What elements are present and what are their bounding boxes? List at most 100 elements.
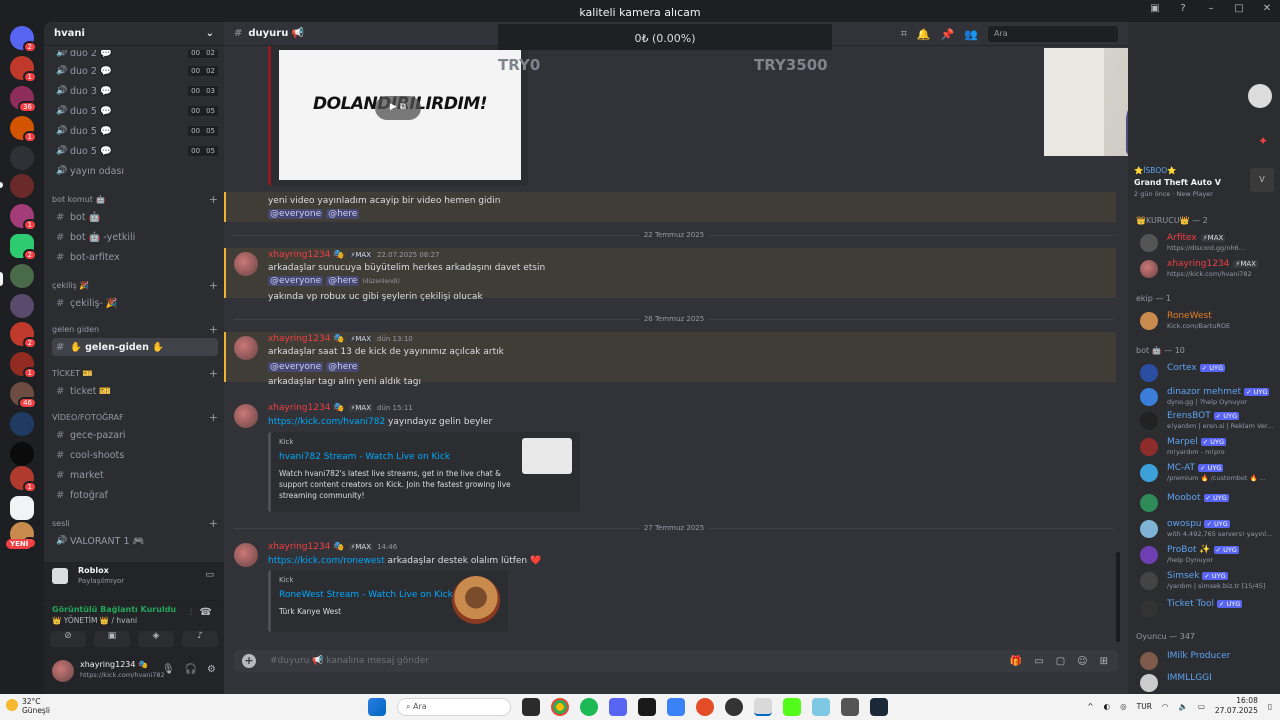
avatar[interactable] (234, 336, 258, 360)
mention-everyone[interactable]: @everyone (268, 362, 324, 372)
search-input[interactable]: Ara (988, 26, 1118, 42)
channel-market[interactable]: # market (52, 466, 218, 484)
home-button[interactable]: 2 (10, 26, 37, 53)
server-icon[interactable]: 2 (10, 322, 37, 349)
activity-icon[interactable]: ◈ (138, 631, 174, 647)
member-item[interactable]: Marpel ✓ UYG m!yardım - m!pro (1140, 436, 1280, 460)
voice-channel[interactable]: 🔊 duo 2 💬 00 02 (52, 62, 218, 80)
server-icon[interactable]: 1 (10, 466, 37, 493)
battery-icon[interactable]: ▭ (1198, 702, 1205, 711)
avatar[interactable] (52, 660, 74, 682)
server-icon[interactable] (10, 264, 34, 288)
author-name[interactable]: xhayring1234 🎭 (268, 334, 344, 344)
server-icon[interactable]: 1 (10, 56, 37, 83)
composer-input[interactable]: #duyuru 📢 kanalına mesaj gönder (270, 656, 429, 666)
activity-card[interactable]: ⭐İSBOO⭐ Grand Theft Auto V 2 gün önce · … (1134, 166, 1274, 206)
close-button[interactable]: ✕ (1260, 3, 1274, 14)
voice-channel[interactable]: 🔊 duo 3 💬 00 03 (52, 82, 218, 100)
inbox-icon[interactable]: ▣ (1148, 3, 1162, 14)
category-ticket[interactable]: TİCKET 🎫 + (52, 366, 218, 380)
chevron-up-icon[interactable]: ^ (1087, 702, 1093, 711)
member-item[interactable]: MC-AT ✓ UYG/premium 🔥 /custombot 🔥 ... (1140, 462, 1280, 486)
channel-gelen-giden[interactable]: # ✋ gelen-giden ✋ (52, 338, 218, 356)
category-gelen-giden[interactable]: gelen giden + (52, 322, 218, 336)
app-icon[interactable] (667, 698, 685, 716)
channel-cekilis[interactable]: # çekiliş- 🎉 (52, 294, 218, 312)
author-name[interactable]: xhayring1234 🎭 (268, 403, 344, 413)
language[interactable]: TUR (1137, 702, 1152, 711)
server-icon[interactable]: 2 (10, 234, 37, 261)
app-icon[interactable] (841, 698, 859, 716)
member-item[interactable]: owospu ✓ UYG with 4,492,765 servers! yayın… (1140, 518, 1280, 542)
screen-share-icon[interactable]: ▣ (94, 631, 130, 647)
author-name[interactable]: xhayring1234 🎭 (268, 542, 344, 552)
server-folder-icon[interactable] (10, 146, 34, 170)
category-sesli[interactable]: sesli + (52, 516, 218, 530)
voice-channel[interactable]: 🔊 duo 5 💬 00 05 (52, 142, 218, 160)
author-name[interactable]: xhayring1234 🎭 (268, 250, 344, 260)
kick-icon[interactable] (783, 698, 801, 716)
add-channel-icon[interactable]: + (209, 323, 218, 336)
server-icon[interactable]: 1 (10, 352, 37, 379)
channel-fotograf[interactable]: # fotoğraf (52, 486, 218, 504)
member-item[interactable]: xhayring1234 ⚡MAX https://kick.com/hvani78… (1140, 258, 1280, 282)
app-icon[interactable] (725, 698, 743, 716)
channel-cool-shoots[interactable]: # cool-shoots (52, 446, 218, 464)
server-icon[interactable] (10, 496, 34, 520)
help-icon[interactable]: ? (1176, 3, 1190, 14)
browser-icon[interactable] (696, 698, 714, 716)
category-bot[interactable]: bot komut 🤖 + (52, 192, 218, 206)
category-cekilis[interactable]: çekiliş 🎉 + (52, 278, 218, 292)
app-icon[interactable] (638, 698, 656, 716)
network-icon[interactable]: ◐ (1104, 702, 1111, 711)
server-icon[interactable]: 36 (10, 86, 37, 113)
minimize-button[interactable]: – (1204, 3, 1218, 14)
member-item[interactable]: IMMLLGGI (1140, 672, 1280, 694)
play-icon[interactable]: ▶ ⧉ (375, 96, 421, 120)
member-item[interactable]: Moobot ✓ UYG (1140, 492, 1280, 516)
server-icon[interactable]: 1 (10, 204, 37, 231)
attach-icon[interactable]: + (242, 654, 256, 668)
server-icon[interactable] (10, 294, 34, 318)
voice-channel[interactable]: 🔊 duo 5 💬 00 05 (52, 102, 218, 120)
app-icon[interactable] (812, 698, 830, 716)
mention-here[interactable]: @here (326, 209, 360, 219)
task-view-icon[interactable] (522, 698, 540, 716)
bell-icon[interactable]: 🔔 (917, 28, 931, 41)
embed-thumbnail[interactable] (452, 576, 500, 624)
emoji-icon[interactable]: ☺ (1077, 656, 1087, 667)
voice-channel-valorant[interactable]: 🔊 VALORANT 1 🎮 (52, 532, 218, 550)
channel-bot[interactable]: # bot 🤖 (52, 208, 218, 226)
channel-bot-arfitex[interactable]: # bot-arfitex (52, 248, 218, 266)
mention-everyone[interactable]: @everyone (268, 276, 324, 286)
channel-ticket[interactable]: # ticket 🎫 (52, 382, 218, 400)
share-screen-icon[interactable]: ▭ (205, 570, 214, 580)
category-video[interactable]: VİDEO/FOTOĞRAF + (52, 410, 218, 424)
voice-channel[interactable]: 🔊 duo 2 💬 00 02 (52, 50, 218, 62)
video-embed[interactable]: DOLANDIRILIRDIM! ▶ ⧉ (268, 46, 528, 186)
chrome-icon[interactable] (551, 698, 569, 716)
weather-widget[interactable]: 32°C Güneşli (6, 697, 50, 715)
member-item[interactable]: ProBot ✨ ✓ UYG/help Oynuyor (1140, 544, 1280, 568)
member-item[interactable]: Simsek ✓ UYG/yardım | simsek.biz.tr [15/4… (1140, 570, 1280, 594)
taskbar-search[interactable]: ⌕ Ara (397, 698, 511, 716)
member-item[interactable]: Cortex ✓ UYG (1140, 362, 1280, 386)
mention-everyone[interactable]: @everyone (268, 209, 324, 219)
spotify-icon[interactable] (580, 698, 598, 716)
server-icon[interactable] (10, 442, 34, 466)
maximize-button[interactable]: □ (1232, 3, 1246, 14)
disconnect-icon[interactable]: ☎ (200, 607, 212, 618)
message-composer[interactable]: + #duyuru 📢 kanalına mesaj gönder 🎁 ▭ ▢ … (234, 650, 1118, 672)
profile-avatar[interactable] (1248, 84, 1272, 108)
volume-icon[interactable]: 🔈 (1178, 702, 1187, 711)
chrome-active-icon[interactable] (754, 698, 772, 716)
avatar[interactable] (234, 404, 258, 428)
member-item[interactable]: Arfitex ⚡MAX https://discord.gg/nh6... (1140, 232, 1280, 256)
threads-icon[interactable]: ⌗ (901, 27, 907, 41)
channel-bot-yetkili[interactable]: # bot 🤖 -yetkili (52, 228, 218, 246)
app-tray-icon[interactable]: ◎ (1120, 702, 1127, 711)
guild-header[interactable]: hvani ⌄ (44, 22, 224, 46)
member-item[interactable]: Ticket Tool ✓ UYG (1140, 598, 1280, 622)
mention-here[interactable]: @here (326, 276, 360, 286)
avatar[interactable] (234, 252, 258, 276)
